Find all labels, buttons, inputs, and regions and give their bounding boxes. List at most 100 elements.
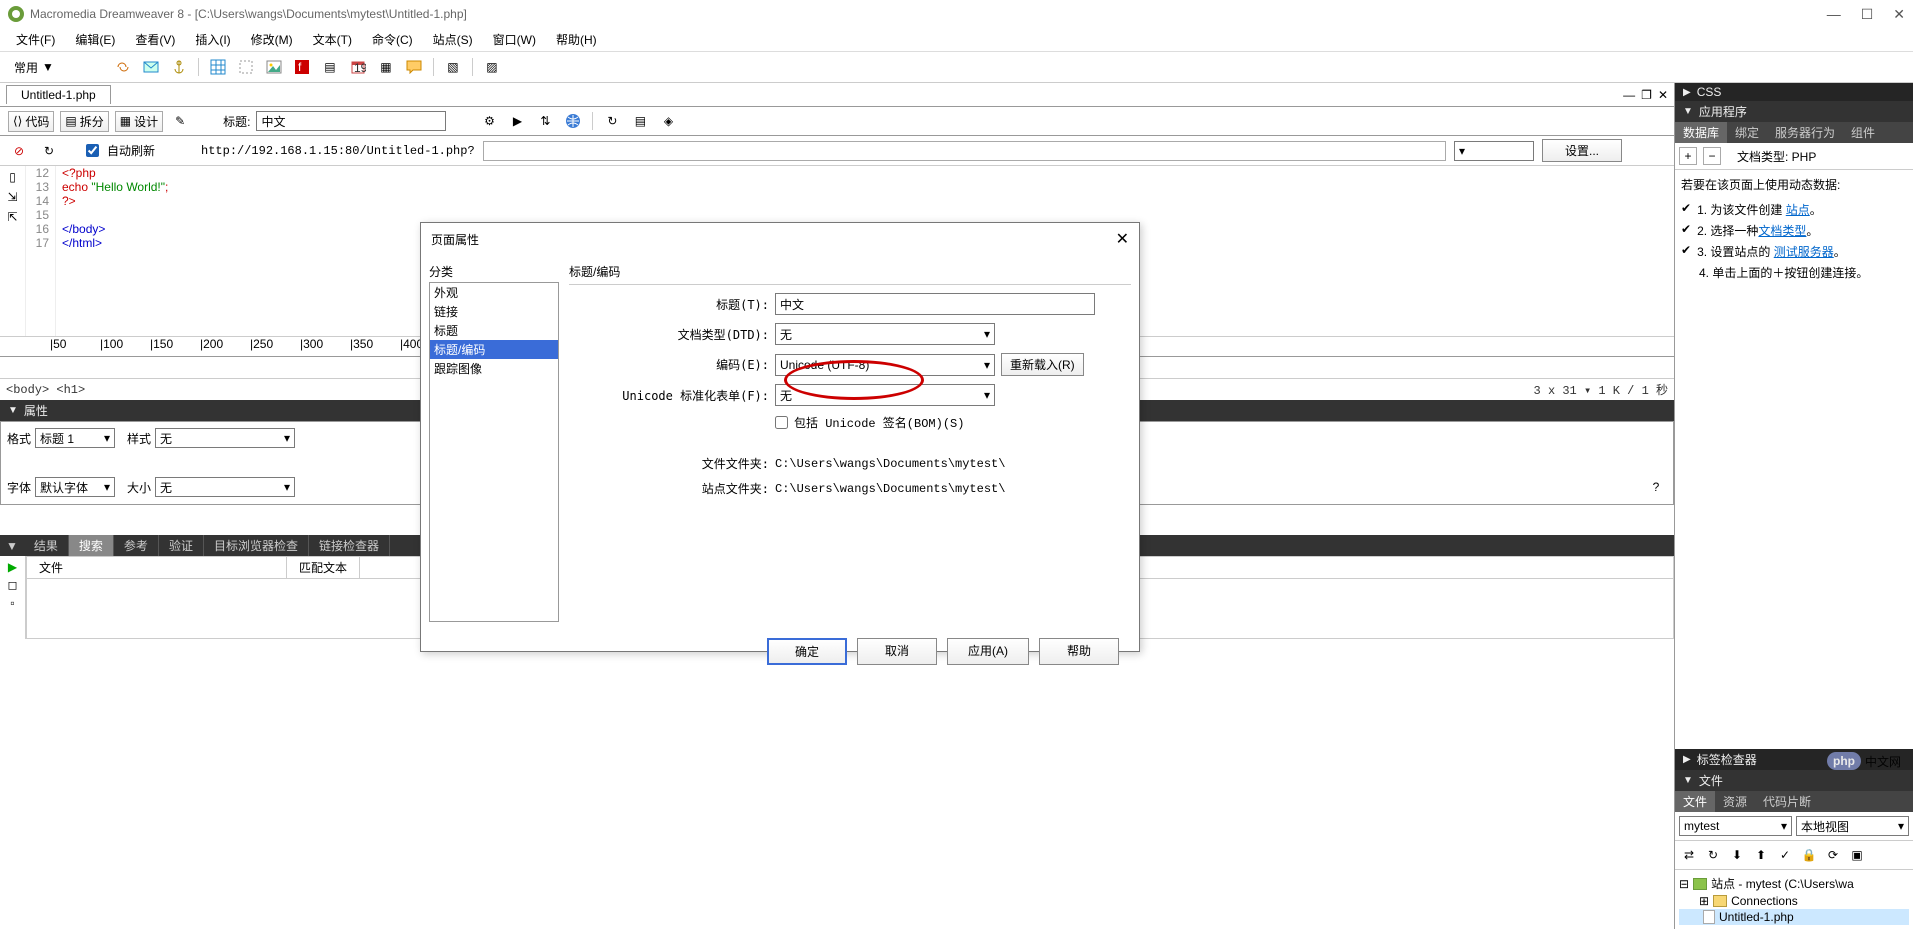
menu-view[interactable]: 查看(V) [125,29,185,50]
stop-results-icon[interactable]: ◻ [8,578,18,592]
file-mgmt-icon[interactable]: ⇅ [534,110,556,132]
tree-site-root[interactable]: ⊟站点 - mytest (C:\Users\wa [1679,874,1909,893]
category-appearance[interactable]: 外观 [430,283,558,302]
files-tree[interactable]: ⊟站点 - mytest (C:\Users\wa ⊞Connections U… [1675,870,1913,929]
server-include-icon[interactable]: ▦ [375,56,397,78]
tab-files[interactable]: 文件 [1675,791,1715,812]
date-icon[interactable]: 19 [347,56,369,78]
dtd-select[interactable]: 无▾ [775,323,995,345]
image-icon[interactable] [263,56,285,78]
doctype-link[interactable]: 文档类型 [1758,224,1806,238]
bom-checkbox[interactable] [775,416,788,429]
results-tab-reference[interactable]: 参考 [114,535,159,556]
normalize-select[interactable]: 无▾ [775,384,995,406]
div-icon[interactable] [235,56,257,78]
expand-files-icon[interactable]: ▣ [1846,844,1868,866]
menu-help[interactable]: 帮助(H) [546,29,607,50]
help-button[interactable]: 帮助 [1039,638,1119,665]
apply-button[interactable]: 应用(A) [947,638,1029,665]
tag-chooser-icon[interactable]: ▨ [481,56,503,78]
cancel-button[interactable]: 取消 [857,638,937,665]
view-code-button[interactable]: ⟨⟩代码 [8,111,54,132]
insert-category-dropdown[interactable]: 常用 ▼ [8,57,60,78]
files-panel-header[interactable]: ▼ 文件 [1675,770,1913,791]
style-select[interactable]: 无▾ [155,428,295,448]
sync-icon[interactable]: ⟳ [1822,844,1844,866]
templates-icon[interactable]: ▧ [442,56,464,78]
address-input[interactable] [483,141,1446,161]
menu-modify[interactable]: 修改(M) [241,29,303,50]
category-tracing-image[interactable]: 跟踪图像 [430,359,558,378]
tab-assets[interactable]: 资源 [1715,791,1755,812]
doc-minimize-button[interactable]: — [1623,88,1635,102]
browser-preview-icon[interactable] [562,110,584,132]
refresh-icon[interactable]: ↻ [601,110,623,132]
get-icon[interactable]: ⬇ [1726,844,1748,866]
reload-button[interactable]: 重新载入(R) [1001,353,1084,376]
minimize-button[interactable]: — [1827,6,1841,23]
font-select[interactable]: 默认字体▾ [35,477,115,497]
tab-components[interactable]: 组件 [1843,122,1883,143]
auto-refresh-checkbox[interactable] [86,144,99,157]
tag-selector[interactable]: <body> <h1> [6,383,85,397]
format-select[interactable]: 标题 1▾ [35,428,115,448]
checkin-icon[interactable]: 🔒 [1798,844,1820,866]
document-tab[interactable]: Untitled-1.php [6,85,111,104]
visual-aids-icon[interactable]: ◈ [657,110,679,132]
table-icon[interactable] [207,56,229,78]
checkout-icon[interactable]: ✓ [1774,844,1796,866]
menu-site[interactable]: 站点(S) [423,29,483,50]
hyperlink-icon[interactable] [112,56,134,78]
flash-icon[interactable]: f [291,56,313,78]
tab-bindings[interactable]: 绑定 [1727,122,1767,143]
encoding-select[interactable]: Unicode (UTF-8)▾ [775,354,995,376]
connect-icon[interactable]: ⇄ [1678,844,1700,866]
view-design-button[interactable]: ▦设计 [115,111,163,132]
ok-button[interactable]: 确定 [767,638,847,665]
view-select[interactable]: 本地视图▾ [1796,816,1909,836]
book-icon[interactable]: ▯ [9,170,16,184]
menu-window[interactable]: 窗口(W) [483,29,546,50]
results-tab-validation[interactable]: 验证 [159,535,204,556]
live-view-icon[interactable]: ✎ [169,110,191,132]
code-content[interactable]: <?php echo "Hello World!"; ?> </body> </… [56,166,168,336]
menu-insert[interactable]: 插入(I) [185,29,240,50]
size-select[interactable]: 无▾ [155,477,295,497]
title-input[interactable] [775,293,1095,315]
help-icon[interactable]: ? [1645,476,1667,498]
category-title-encoding[interactable]: 标题/编码 [430,340,558,359]
results-tab-browser-check[interactable]: 目标浏览器检查 [204,535,309,556]
doc-close-button[interactable]: ✕ [1658,88,1668,102]
menu-file[interactable]: 文件(F) [6,29,65,50]
save-results-icon[interactable]: ▫ [10,596,14,610]
site-select[interactable]: mytest▾ [1679,816,1792,836]
address-select-arrow[interactable]: ▾ [1454,141,1534,161]
view-split-button[interactable]: ▤拆分 [60,111,108,132]
play-icon[interactable]: ▶ [8,560,17,574]
email-icon[interactable] [140,56,162,78]
close-button[interactable]: ✕ [1893,6,1905,23]
results-tab-search[interactable]: 搜索 [69,535,114,556]
css-panel-header[interactable]: ▶ CSS [1675,83,1913,101]
server-debug-icon[interactable]: ⚙ [478,110,500,132]
comment-icon[interactable] [403,56,425,78]
results-col-match[interactable]: 匹配文本 [287,557,360,578]
refresh-files-icon[interactable]: ↻ [1702,844,1724,866]
refresh-addr-icon[interactable]: ↻ [38,140,60,162]
application-panel-header[interactable]: ▼ 应用程序 [1675,101,1913,122]
document-title-input[interactable] [256,111,446,131]
stop-icon[interactable]: ⊘ [8,140,30,162]
view-options-icon[interactable]: ▤ [629,110,651,132]
put-icon[interactable]: ⬆ [1750,844,1772,866]
dialog-close-button[interactable]: ✕ [1116,229,1129,249]
anchor-icon[interactable] [168,56,190,78]
preview-icon[interactable]: ▶ [506,110,528,132]
media-icon[interactable]: ▤ [319,56,341,78]
tree-file[interactable]: Untitled-1.php [1679,909,1909,925]
tree-folder[interactable]: ⊞Connections [1679,893,1909,909]
collapse-arrow-icon[interactable]: ▼ [0,537,24,555]
menu-commands[interactable]: 命令(C) [362,29,423,50]
remove-button[interactable]: − [1703,147,1721,165]
create-site-link[interactable]: 站点 [1786,203,1810,217]
add-button[interactable]: + [1679,147,1697,165]
